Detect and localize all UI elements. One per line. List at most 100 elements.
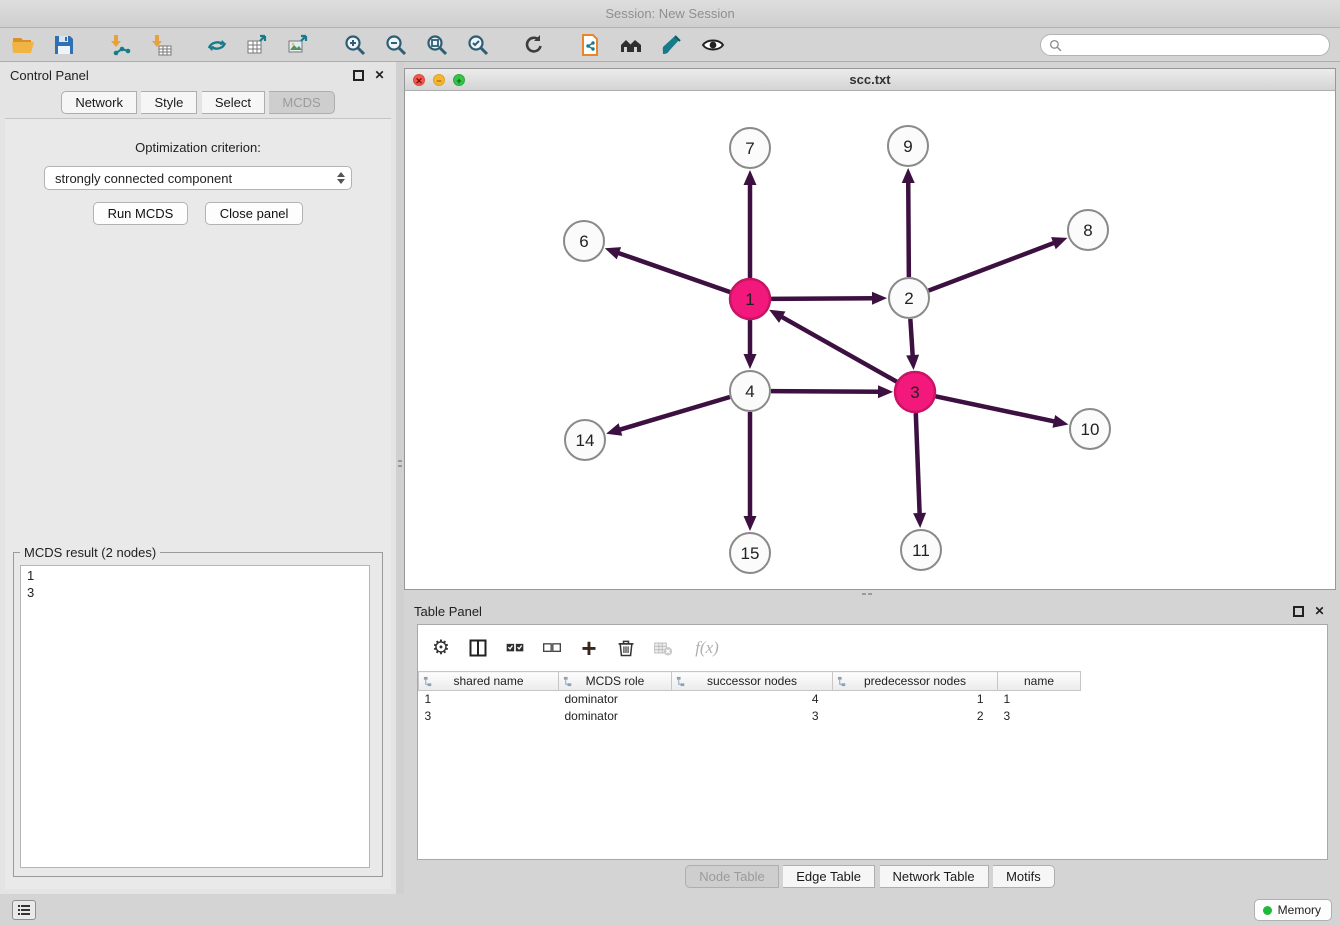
table-tabs: Node Table Edge Table Network Table Moti… bbox=[404, 865, 1336, 888]
table-panel-content: ⚙ + f(x) bbox=[417, 624, 1328, 860]
close-window-icon[interactable]: ✕ bbox=[413, 74, 425, 86]
add-row-icon[interactable]: + bbox=[578, 637, 600, 659]
tab-motifs[interactable]: Motifs bbox=[993, 865, 1055, 888]
table-settings-icon[interactable]: ⚙ bbox=[430, 637, 452, 659]
maximize-window-icon[interactable]: + bbox=[453, 74, 465, 86]
mcds-panel: Optimization criterion: strongly connect… bbox=[5, 118, 391, 889]
column-header-successor-nodes[interactable]: successor nodes bbox=[672, 672, 833, 691]
float-panel-icon[interactable] bbox=[353, 70, 364, 81]
table-cell[interactable]: 1 bbox=[833, 691, 998, 708]
window-titlebar[interactable]: Session: New Session bbox=[0, 0, 1340, 28]
search-input[interactable] bbox=[1067, 38, 1321, 52]
run-mcds-button[interactable]: Run MCDS bbox=[93, 202, 189, 225]
graph-node-label: 2 bbox=[904, 289, 913, 308]
close-table-panel-icon[interactable]: ✕ bbox=[1313, 605, 1326, 618]
table-panel-header: Table Panel ✕ bbox=[404, 598, 1336, 624]
tab-edge-table[interactable]: Edge Table bbox=[783, 865, 875, 888]
memory-status-icon bbox=[1263, 906, 1272, 915]
float-table-panel-icon[interactable] bbox=[1293, 606, 1304, 617]
graph-node-label: 15 bbox=[741, 544, 760, 563]
tab-network-table[interactable]: Network Table bbox=[880, 865, 989, 888]
table-cell[interactable]: 4 bbox=[672, 691, 833, 708]
graph-edge-3-1[interactable] bbox=[780, 316, 897, 382]
first-neighbors-icon[interactable] bbox=[204, 32, 230, 58]
table-cell[interactable]: 2 bbox=[833, 708, 998, 725]
minimize-window-icon[interactable]: − bbox=[433, 74, 445, 86]
table-cell[interactable]: dominator bbox=[559, 691, 672, 708]
home-icon[interactable] bbox=[618, 32, 644, 58]
deselect-all-icon[interactable] bbox=[541, 637, 563, 659]
control-panel-tabs: Network Style Select MCDS bbox=[0, 91, 396, 114]
column-header-shared-name[interactable]: shared name bbox=[419, 672, 559, 691]
graph-edge-arrowhead bbox=[606, 423, 622, 435]
zoom-in-icon[interactable] bbox=[342, 32, 368, 58]
tab-select[interactable]: Select bbox=[202, 91, 265, 114]
import-network-icon[interactable] bbox=[107, 32, 133, 58]
table-cell[interactable]: 3 bbox=[419, 708, 559, 725]
mcds-result-list[interactable]: 1 3 bbox=[20, 565, 370, 868]
column-header-predecessor-nodes[interactable]: predecessor nodes bbox=[833, 672, 998, 691]
close-panel-button[interactable]: Close panel bbox=[205, 202, 304, 225]
graph-edge-4-3[interactable] bbox=[771, 391, 881, 392]
network-canvas[interactable]: 7968124314101511 bbox=[405, 92, 1335, 589]
show-hide-icon[interactable] bbox=[700, 32, 726, 58]
network-graph[interactable]: 7968124314101511 bbox=[405, 92, 1335, 590]
column-header-mcds-role[interactable]: MCDS role bbox=[559, 672, 672, 691]
export-table-icon[interactable] bbox=[245, 32, 271, 58]
open-session-icon[interactable] bbox=[10, 32, 36, 58]
zoom-selected-icon[interactable] bbox=[465, 32, 491, 58]
table-cell[interactable]: 3 bbox=[998, 708, 1081, 725]
tab-mcds[interactable]: MCDS bbox=[269, 91, 334, 114]
toolbar-search[interactable] bbox=[1040, 34, 1330, 56]
graph-edge-3-11[interactable] bbox=[916, 413, 920, 516]
graph-edge-4-14[interactable] bbox=[618, 397, 730, 430]
table-toolbar: ⚙ + f(x) bbox=[418, 625, 1327, 671]
graph-edge-arrowhead bbox=[878, 385, 893, 398]
table-cell[interactable]: 1 bbox=[419, 691, 559, 708]
tab-style[interactable]: Style bbox=[141, 91, 197, 114]
graph-edge-arrowhead bbox=[906, 355, 919, 370]
graph-edge-2-9[interactable] bbox=[908, 180, 909, 277]
clone-network-icon[interactable] bbox=[577, 32, 603, 58]
table-row[interactable]: 1dominator411 bbox=[419, 691, 1081, 708]
table-cell[interactable]: 3 bbox=[672, 708, 833, 725]
graph-edge-2-3[interactable] bbox=[910, 319, 912, 358]
graph-edge-2-8[interactable] bbox=[929, 242, 1057, 290]
column-header-name[interactable]: name bbox=[998, 672, 1081, 691]
import-table-icon[interactable] bbox=[148, 32, 174, 58]
task-history-icon[interactable] bbox=[12, 900, 36, 920]
graph-edge-1-6[interactable] bbox=[616, 252, 730, 292]
delete-table-icon[interactable] bbox=[652, 637, 674, 659]
graph-edge-arrowhead bbox=[913, 513, 926, 528]
graph-edge-3-10[interactable] bbox=[936, 396, 1057, 422]
table-row[interactable]: 3dominator323 bbox=[419, 708, 1081, 725]
vertical-splitter[interactable] bbox=[396, 62, 404, 894]
horizontal-splitter[interactable] bbox=[404, 590, 1336, 598]
application-window: Session: New Session bbox=[0, 0, 1340, 926]
memory-button[interactable]: Memory bbox=[1254, 899, 1332, 921]
tab-network[interactable]: Network bbox=[61, 91, 137, 114]
export-image-icon[interactable] bbox=[286, 32, 312, 58]
zoom-fit-icon[interactable] bbox=[424, 32, 450, 58]
graph-edge-1-2[interactable] bbox=[771, 298, 875, 299]
table-cell[interactable]: dominator bbox=[559, 708, 672, 725]
table-header-row: shared name MCDS role successor nodes pr… bbox=[419, 672, 1081, 691]
tab-node-table[interactable]: Node Table bbox=[685, 865, 779, 888]
network-view-window: ✕ − + scc.txt 7968124314101511 bbox=[404, 68, 1336, 590]
table-panel-title: Table Panel bbox=[414, 604, 1284, 619]
refresh-icon[interactable] bbox=[521, 32, 547, 58]
function-builder-icon[interactable]: f(x) bbox=[689, 637, 725, 659]
optimization-criterion-select[interactable]: strongly connected component bbox=[44, 166, 352, 190]
graph-node-label: 11 bbox=[912, 541, 930, 560]
apply-style-icon[interactable] bbox=[659, 32, 685, 58]
close-panel-icon[interactable]: ✕ bbox=[373, 69, 386, 82]
zoom-out-icon[interactable] bbox=[383, 32, 409, 58]
save-session-icon[interactable] bbox=[51, 32, 77, 58]
split-panel-icon[interactable] bbox=[467, 637, 489, 659]
control-panel: Control Panel ✕ Network Style Select MCD… bbox=[0, 62, 396, 894]
table-cell[interactable]: 1 bbox=[998, 691, 1081, 708]
network-window-titlebar[interactable]: ✕ − + scc.txt bbox=[405, 69, 1335, 91]
select-all-icon[interactable] bbox=[504, 637, 526, 659]
dropdown-stepper-icon bbox=[337, 172, 345, 184]
delete-row-icon[interactable] bbox=[615, 637, 637, 659]
